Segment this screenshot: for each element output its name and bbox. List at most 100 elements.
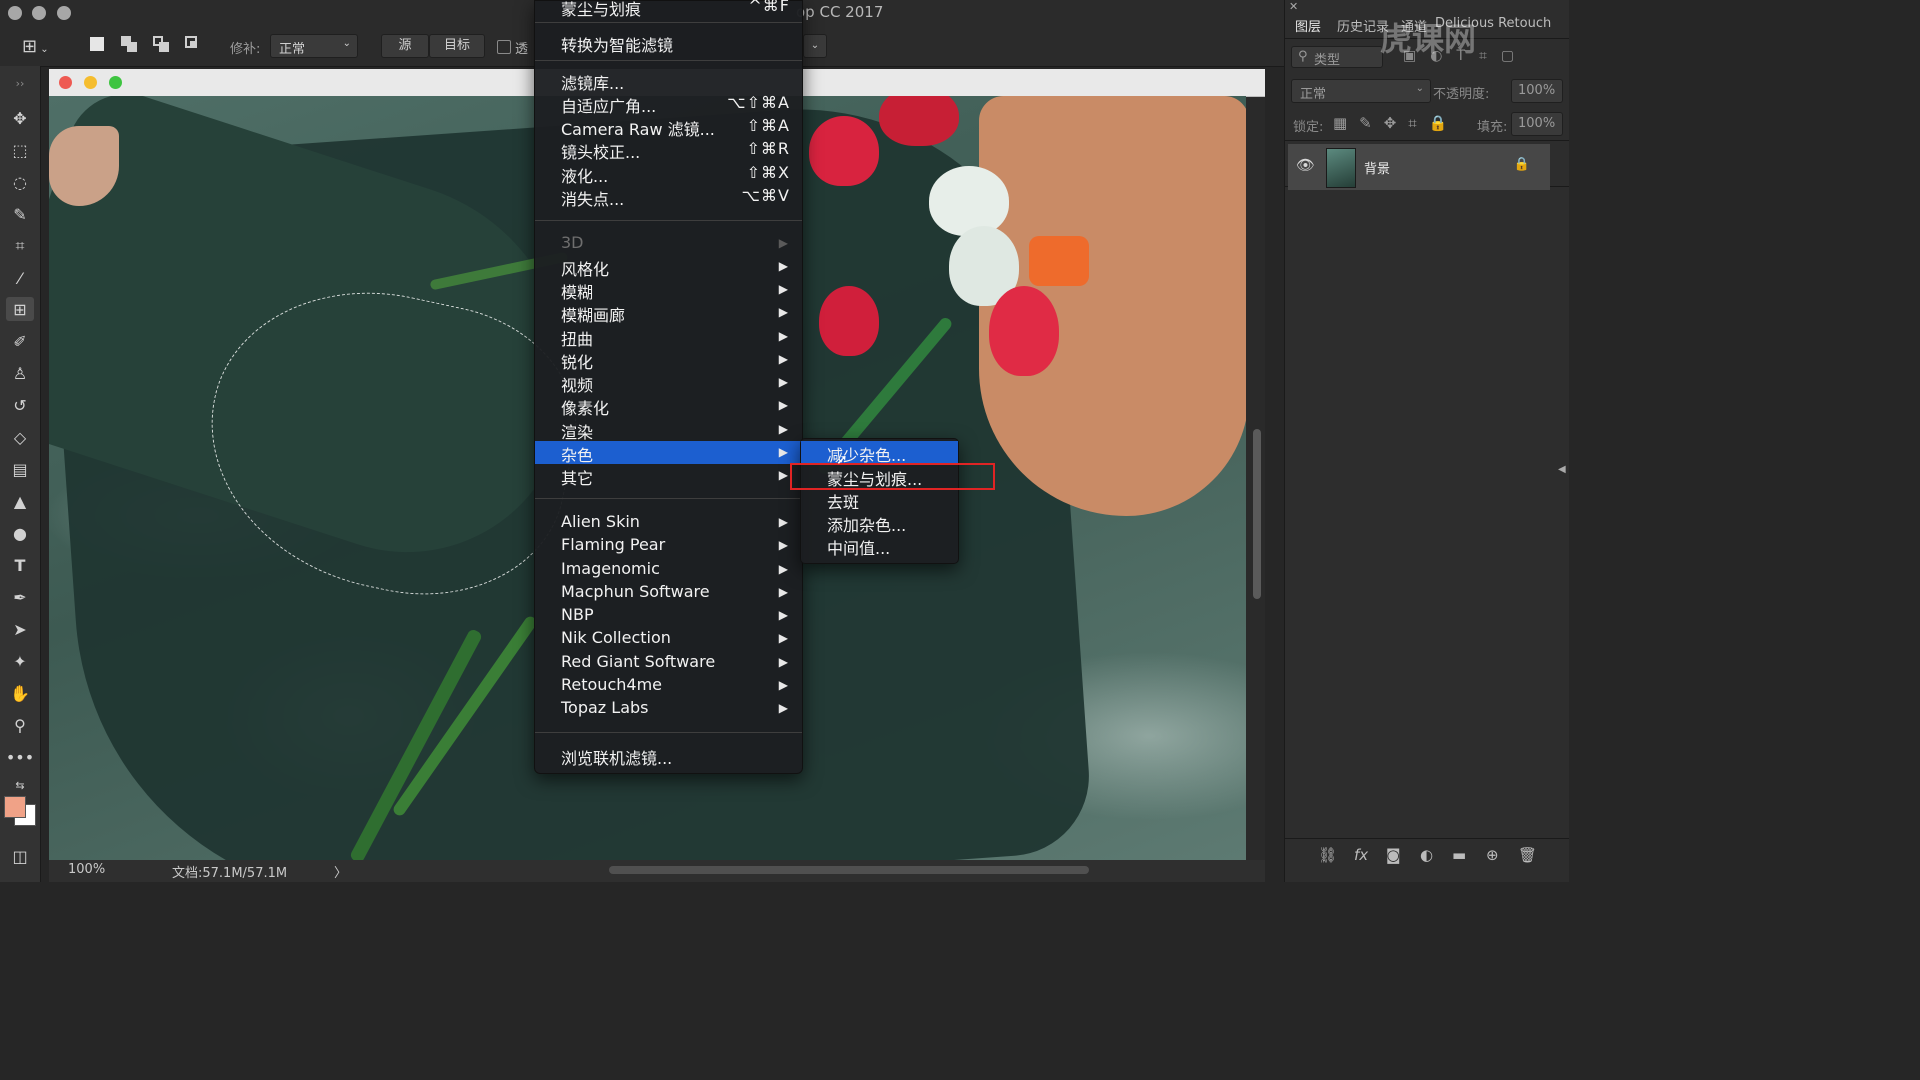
tab-layers[interactable]: 图层 xyxy=(1295,16,1321,35)
menu-item-liquify[interactable]: 液化... ⇧⌘X xyxy=(535,162,802,186)
menu-item-blur[interactable]: 模糊 ▶ xyxy=(535,278,802,302)
close-panel-icon[interactable]: ✕ xyxy=(1289,0,1298,13)
new-selection-icon[interactable] xyxy=(90,37,104,51)
submenu-item-reduce-noise[interactable]: 减少杂色... xyxy=(801,441,958,465)
lock-icons[interactable]: ▦✎✥⌗🔒 xyxy=(1333,114,1459,132)
gradient-tool-icon[interactable]: ▤ xyxy=(6,457,34,481)
subtract-selection-icon[interactable] xyxy=(153,36,169,52)
add-mask-icon[interactable]: ◙ xyxy=(1386,846,1401,864)
brush-tool-icon[interactable]: ✐ xyxy=(6,329,34,353)
eraser-tool-icon[interactable]: ◇ xyxy=(6,425,34,449)
quick-selection-tool-icon[interactable]: ✎ xyxy=(6,202,34,226)
submenu-arrow-icon: ▶ xyxy=(778,701,788,715)
repair-mode-select[interactable]: 正常 ⌄ xyxy=(270,34,358,58)
target-button[interactable]: 目标 xyxy=(429,34,485,58)
submenu-item-label: 中间值... xyxy=(827,539,891,558)
menu-item-red-giant-software[interactable]: Red Giant Software ▶ xyxy=(535,651,802,674)
menu-item-nik-collection[interactable]: Nik Collection ▶ xyxy=(535,627,802,650)
zoom-document-button[interactable] xyxy=(109,76,122,89)
zoom-tool-icon[interactable]: ⚲ xyxy=(6,713,34,737)
eyedropper-tool-icon[interactable]: ⁄ xyxy=(6,266,34,290)
menu-item-adaptive-wide-angle[interactable]: 自适应广角... ⌥⇧⌘A xyxy=(535,92,802,116)
menu-item-convert-smart-filter[interactable]: 转换为智能滤镜 xyxy=(535,31,802,55)
link-layers-icon[interactable]: ⛓ xyxy=(1318,846,1337,864)
menu-item-topaz-labs[interactable]: Topaz Labs ▶ xyxy=(535,697,802,720)
submenu-item-add-noise[interactable]: 添加杂色... xyxy=(801,511,958,535)
vertical-scrollbar[interactable] xyxy=(1253,429,1261,599)
menu-item-macphun-software[interactable]: Macphun Software ▶ xyxy=(535,581,802,604)
menu-separator xyxy=(535,60,802,61)
menu-item-video[interactable]: 视频 ▶ xyxy=(535,371,802,395)
crop-tool-icon[interactable]: ⌗ xyxy=(6,234,34,258)
menu-item-filter-gallery[interactable]: 滤镜库... xyxy=(535,69,802,93)
menu-item-flaming-pear[interactable]: Flaming Pear ▶ xyxy=(535,534,802,557)
submenu-arrow-icon: ▶ xyxy=(778,398,788,412)
menu-item-imagenomic[interactable]: Imagenomic ▶ xyxy=(535,558,802,581)
menu-item-retouch4me[interactable]: Retouch4me ▶ xyxy=(535,674,802,697)
tools-panel: ›› ✥ ⬚ ◌ ✎ ⌗ ⁄ ⊞ ✐ ♙ ↺ ◇ ▤ ▲ ● T ✒ ➤ ✦ ✋… xyxy=(0,66,41,882)
shape-tool-icon[interactable]: ✦ xyxy=(6,649,34,673)
collapse-panel-icon[interactable]: ◀ xyxy=(1558,464,1566,475)
menu-item-sharpen[interactable]: 锐化 ▶ xyxy=(535,348,802,372)
menu-item-other[interactable]: 其它 ▶ xyxy=(535,464,802,488)
status-menu-arrow[interactable]: 〉 xyxy=(334,862,347,881)
menu-item-render[interactable]: 渲染 ▶ xyxy=(535,418,802,442)
zoom-window-button[interactable] xyxy=(57,6,71,20)
new-layer-icon[interactable]: ⊕ xyxy=(1486,846,1499,864)
foreground-color-swatch[interactable] xyxy=(4,796,26,818)
menu-item-alien-skin[interactable]: Alien Skin ▶ xyxy=(535,511,802,534)
source-button[interactable]: 源 xyxy=(381,34,429,58)
menu-item-browse-filters-online[interactable]: 浏览联机滤镜... xyxy=(535,744,802,768)
fx-icon[interactable]: fx xyxy=(1354,846,1368,864)
menu-item-nbp[interactable]: NBP ▶ xyxy=(535,604,802,627)
close-window-button[interactable] xyxy=(8,6,22,20)
intersect-selection-icon[interactable] xyxy=(185,36,201,52)
opacity-field[interactable]: 100% xyxy=(1511,79,1563,103)
blur-tool-icon[interactable]: ▲ xyxy=(6,489,34,513)
path-selection-tool-icon[interactable]: ➤ xyxy=(6,617,34,641)
menu-item-noise[interactable]: 杂色 ▶ xyxy=(535,441,802,465)
new-group-icon[interactable]: ▬ xyxy=(1452,846,1466,864)
layer-filter-select[interactable]: ⚲ 类型 xyxy=(1291,46,1383,68)
hand-tool-icon[interactable]: ✋ xyxy=(6,681,34,705)
menu-item-stylize[interactable]: 风格化 ▶ xyxy=(535,255,802,279)
menu-item-blur-gallery[interactable]: 模糊画廊 ▶ xyxy=(535,301,802,325)
fill-field[interactable]: 100% xyxy=(1511,112,1563,136)
swap-colors-icon[interactable]: ⇆ xyxy=(6,773,34,797)
expand-panel-icon[interactable]: ›› xyxy=(6,71,34,95)
menu-item-last-filter[interactable]: 蒙尘与划痕 ^⌘F xyxy=(535,0,802,19)
submenu-item-despeckle[interactable]: 去斑 xyxy=(801,488,958,512)
lasso-tool-icon[interactable]: ◌ xyxy=(6,170,34,194)
add-selection-icon[interactable] xyxy=(121,36,137,52)
minimize-window-button[interactable] xyxy=(32,6,46,20)
history-brush-tool-icon[interactable]: ↺ xyxy=(6,393,34,417)
submenu-item-median[interactable]: 中间值... xyxy=(801,534,958,558)
patch-tool-icon[interactable]: ⊞ ⌄ xyxy=(22,36,49,57)
zoom-level[interactable]: 100% xyxy=(68,862,105,877)
patch-tool-icon[interactable]: ⊞ xyxy=(6,297,34,321)
pen-tool-icon[interactable]: ✒ xyxy=(6,585,34,609)
marquee-tool-icon[interactable]: ⬚ xyxy=(6,138,34,162)
move-tool-icon[interactable]: ✥ xyxy=(6,106,34,130)
trash-icon[interactable]: 🗑 xyxy=(1518,846,1537,864)
transparent-checkbox[interactable] xyxy=(497,40,511,54)
menu-item-vanishing-point[interactable]: 消失点... ⌥⌘V xyxy=(535,185,802,209)
quick-mask-icon[interactable]: ◫ xyxy=(6,844,34,868)
menu-item-camera-raw[interactable]: Camera Raw 滤镜... ⇧⌘A xyxy=(535,115,802,139)
type-tool-icon[interactable]: T xyxy=(6,553,34,577)
layer-row-background[interactable]: 👁 背景 🔒 xyxy=(1288,144,1550,190)
eye-visibility-icon[interactable]: 👁 xyxy=(1296,156,1315,174)
stamp-tool-icon[interactable]: ♙ xyxy=(6,361,34,385)
chevron-down-icon[interactable]: ⌄ xyxy=(803,34,827,58)
dodge-tool-icon[interactable]: ● xyxy=(6,521,34,545)
menu-item-distort[interactable]: 扭曲 ▶ xyxy=(535,325,802,349)
menu-item-pixelate[interactable]: 像素化 ▶ xyxy=(535,394,802,418)
horizontal-scrollbar[interactable] xyxy=(609,866,1089,874)
adjustment-layer-icon[interactable]: ◐ xyxy=(1420,846,1433,864)
blend-mode-select[interactable]: 正常 ⌄ xyxy=(1291,79,1431,103)
minimize-document-button[interactable] xyxy=(84,76,97,89)
close-document-button[interactable] xyxy=(59,76,72,89)
more-tools-icon[interactable]: ••• xyxy=(6,745,34,769)
layer-name[interactable]: 背景 xyxy=(1364,158,1390,177)
menu-item-lens-correction[interactable]: 镜头校正... ⇧⌘R xyxy=(535,138,802,162)
